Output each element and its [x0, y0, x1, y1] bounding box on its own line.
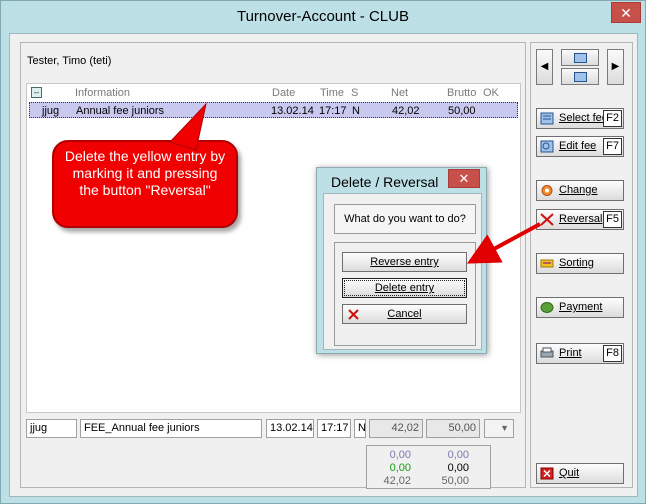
window-title: Turnover-Account - CLUB	[236, 8, 409, 25]
change-button[interactable]: Change	[536, 180, 624, 201]
payment-button[interactable]: Payment	[536, 297, 624, 318]
next-button[interactable]: ▶	[607, 49, 624, 85]
sort-icon	[540, 259, 554, 268]
entry-info-field[interactable]: FEE_Annual fee juniors	[80, 419, 262, 438]
total-net-1: 0,00	[389, 449, 411, 461]
row-brutto: 50,00	[448, 105, 476, 117]
table-row[interactable]: jjug Annual fee juniors 13.02.14 17:17 N…	[29, 102, 518, 118]
totals-box: 0,00 0,00 0,00 0,00 42,02 50,00	[366, 445, 491, 489]
header-brutto[interactable]: Brutto	[447, 87, 476, 99]
select-fee-button[interactable]: Select fee F2	[536, 108, 624, 129]
payment-label: Payment	[559, 301, 603, 313]
gear-icon	[541, 185, 553, 196]
header-time[interactable]: Time	[320, 87, 344, 99]
dialog-close-button[interactable]: ✕	[448, 169, 480, 188]
header-date[interactable]: Date	[272, 87, 295, 99]
total-net-3: 42,02	[383, 475, 411, 487]
reversal-label: Reversal	[559, 213, 603, 225]
header-s[interactable]: S	[351, 87, 358, 99]
row-time: 17:17	[319, 105, 347, 117]
cross-icon	[540, 213, 554, 226]
instruction-callout: Delete the yellow entry by marking it an…	[52, 140, 238, 228]
sorting-label: Sorting	[559, 257, 594, 269]
cancel-button[interactable]: Cancel	[342, 304, 467, 324]
total-brutto-2: 0,00	[447, 462, 469, 474]
money-icon	[540, 302, 554, 313]
reverse-entry-label: Reverse entry	[370, 256, 439, 268]
edit-icon	[540, 140, 554, 153]
entry-code-field[interactable]: jjug	[26, 419, 77, 438]
edit-fee-button[interactable]: Edit fee F7	[536, 136, 624, 157]
nav-search-button[interactable]	[561, 68, 599, 85]
dialog-title: Delete / Reversal	[331, 174, 439, 190]
row-info: Annual fee juniors	[76, 105, 165, 117]
delete-entry-button[interactable]: Delete entry	[342, 278, 467, 298]
header-net[interactable]: Net	[391, 87, 408, 99]
window-close-button[interactable]: ✕	[611, 2, 641, 23]
entry-net-field[interactable]: 42,02	[369, 419, 423, 438]
header-information[interactable]: Information	[75, 87, 130, 99]
ok-dropdown[interactable]: ▼	[484, 419, 514, 438]
row-date: 13.02.14	[271, 105, 314, 117]
printer-icon	[540, 347, 554, 358]
entry-s-field[interactable]: N	[354, 419, 366, 438]
search-icon	[574, 72, 587, 82]
dialog-question: What do you want to do?	[334, 204, 476, 234]
edit-fee-label: Edit fee	[559, 140, 597, 152]
edit-fee-key: F7	[603, 138, 622, 155]
collapse-icon[interactable]: –	[31, 87, 42, 98]
row-net: 42,02	[392, 105, 420, 117]
header-ok[interactable]: OK	[483, 87, 499, 99]
delete-reversal-dialog: Delete / Reversal ✕ What do you want to …	[316, 167, 487, 354]
close-icon	[540, 467, 554, 480]
quit-button[interactable]: Quit	[536, 463, 624, 484]
entry-time-field[interactable]: 17:17	[317, 419, 351, 438]
row-code: jjug	[42, 105, 60, 117]
cancel-label: Cancel	[387, 308, 422, 320]
print-label: Print	[559, 347, 582, 359]
print-key: F8	[603, 345, 622, 362]
entry-brutto-field[interactable]: 50,00	[426, 419, 480, 438]
print-button[interactable]: Print F8	[536, 343, 624, 364]
reversal-key: F5	[603, 211, 622, 228]
row-s: N	[352, 105, 360, 117]
select-fee-label: Select fee	[559, 112, 608, 124]
list-icon	[540, 112, 554, 125]
quit-label: Quit	[559, 467, 580, 479]
previous-button[interactable]: ◀	[536, 49, 553, 85]
dialog-options: Reverse entry Delete entry Cancel	[334, 242, 476, 346]
cancel-icon	[348, 309, 359, 320]
reverse-entry-button[interactable]: Reverse entry	[342, 252, 467, 272]
delete-entry-label: Delete entry	[374, 282, 435, 294]
sorting-button[interactable]: Sorting	[536, 253, 624, 274]
dialog-body: What do you want to do? Reverse entry De…	[323, 193, 482, 350]
nav-first-button[interactable]	[561, 49, 599, 66]
entry-date-field[interactable]: 13.02.14	[266, 419, 314, 438]
total-net-2: 0,00	[389, 462, 411, 474]
person-name: Tester, Timo (teti)	[27, 55, 112, 67]
list-header: – Information Date Time S Net Brutto OK	[27, 84, 520, 102]
entry-bar: jjug FEE_Annual fee juniors 13.02.14 17:…	[26, 419, 521, 441]
select-fee-key: F2	[603, 110, 622, 127]
reversal-button[interactable]: Reversal F5	[536, 209, 624, 230]
navigation-group: ◀ ▶	[536, 49, 624, 87]
right-panel: ◀ ▶ Select fee F2 Edit fee F7 Change Rev…	[530, 42, 633, 488]
total-brutto-1: 0,00	[447, 449, 469, 461]
list-icon	[574, 53, 587, 63]
change-label: Change	[559, 184, 598, 196]
total-brutto-3: 50,00	[441, 475, 469, 487]
